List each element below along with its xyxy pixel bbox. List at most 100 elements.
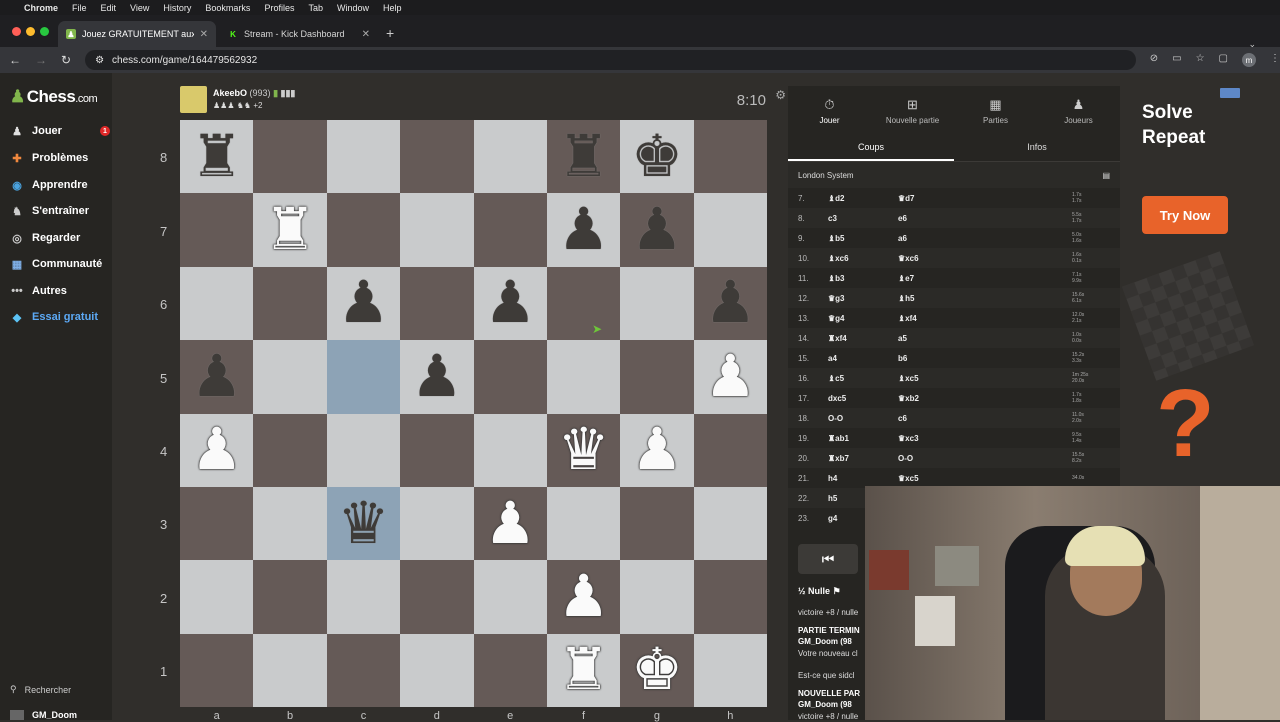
black-move[interactable]: a6 <box>898 234 1058 243</box>
white-move[interactable]: ♝b3 <box>828 274 898 283</box>
square-d7[interactable] <box>400 193 474 267</box>
square-c5[interactable] <box>326 340 401 414</box>
sidebar-item-apprendre[interactable]: ◉ Apprendre <box>10 176 110 194</box>
avatar[interactable] <box>180 86 207 113</box>
tab-nouvelle-partie[interactable]: ⊞ Nouvelle partie <box>871 86 954 136</box>
black-rook-icon[interactable]: ♜ <box>558 127 610 186</box>
close-icon[interactable]: ✕ <box>362 29 370 40</box>
white-rook-icon[interactable]: ♜ <box>264 201 316 259</box>
tab-kick[interactable]: K Stream - Kick Dashboard ✕ <box>220 21 378 47</box>
advertisement[interactable]: Solve Repeat Try Now ? <box>1122 86 1254 486</box>
black-move[interactable]: ♛xb2 <box>898 394 1058 403</box>
square-e7[interactable] <box>473 193 547 267</box>
black-pawn-icon[interactable]: ♟ <box>484 274 536 332</box>
bookmark-star-icon[interactable]: ☆ <box>1196 53 1205 67</box>
black-move[interactable]: a5 <box>898 334 1058 343</box>
square-a4[interactable]: ♟ <box>180 413 254 487</box>
sidebar-item-communaute[interactable]: ▦ Communauté <box>10 255 110 273</box>
player-name[interactable]: AkeebO (993) ▮ ▮▮▮ <box>213 88 295 99</box>
tab-jouer[interactable]: ⏱ Jouer <box>788 86 871 136</box>
adchoices-icon[interactable] <box>1220 88 1240 98</box>
square-c4[interactable] <box>326 413 401 487</box>
subtab-infos[interactable]: Infos <box>954 136 1120 161</box>
black-move[interactable]: ♛d7 <box>898 194 1058 203</box>
square-f6[interactable] <box>546 266 621 341</box>
extensions-icon[interactable]: ▢ <box>1219 53 1228 67</box>
opening-name[interactable]: London System <box>798 171 854 180</box>
square-a1[interactable] <box>180 633 254 707</box>
square-c3[interactable]: ♛ <box>326 486 401 561</box>
square-b7[interactable]: ♜ <box>253 193 327 267</box>
white-pawn-icon[interactable]: ♟ <box>484 494 536 553</box>
black-move[interactable]: e6 <box>898 214 1058 223</box>
square-d5[interactable]: ♟ <box>400 340 474 414</box>
menu-tab[interactable]: Tab <box>308 3 323 13</box>
square-h7[interactable] <box>693 193 767 267</box>
reload-icon[interactable]: ↻ <box>61 53 71 67</box>
square-a7[interactable] <box>180 193 254 267</box>
chesscom-logo[interactable]: ♟ Chess.com <box>10 87 98 107</box>
square-d3[interactable] <box>400 486 474 561</box>
square-b4[interactable] <box>253 413 327 487</box>
white-move[interactable]: ♝c5 <box>828 374 898 383</box>
square-f3[interactable] <box>546 486 621 561</box>
square-d4[interactable] <box>400 413 474 487</box>
white-move[interactable]: a4 <box>828 354 898 363</box>
kebab-menu-icon[interactable]: ⋮ <box>1270 53 1280 67</box>
white-queen-icon[interactable]: ♛ <box>558 421 610 479</box>
square-c6[interactable]: ♟ <box>326 266 401 341</box>
window-minimize-button[interactable] <box>26 27 35 36</box>
sidebar-item-sentrainer[interactable]: ♞ S'entraîner <box>10 202 110 220</box>
gear-icon[interactable]: ⚙ <box>775 88 786 102</box>
menu-edit[interactable]: Edit <box>101 3 117 13</box>
square-c2[interactable] <box>326 560 401 634</box>
black-pawn-icon[interactable]: ♟ <box>411 347 463 406</box>
white-pawn-icon[interactable]: ♟ <box>704 347 756 406</box>
close-icon[interactable]: ✕ <box>200 29 208 40</box>
new-tab-icon[interactable]: + <box>386 25 394 41</box>
square-e6[interactable]: ♟ <box>473 266 547 341</box>
square-g3[interactable] <box>620 486 694 561</box>
black-pawn-icon[interactable]: ♟ <box>337 274 389 332</box>
black-move[interactable]: ♝h5 <box>898 294 1058 303</box>
square-a6[interactable] <box>180 266 254 341</box>
black-move[interactable]: b6 <box>898 354 1058 363</box>
white-move[interactable]: h4 <box>828 474 898 483</box>
black-move[interactable]: ♝xc5 <box>898 374 1058 383</box>
sidebar-item-autres[interactable]: ••• Autres <box>10 282 110 300</box>
sidebar-item-essai-gratuit[interactable]: ◆ Essai gratuit <box>10 308 110 326</box>
square-b5[interactable] <box>253 340 327 414</box>
ad-try-now-button[interactable]: Try Now <box>1142 196 1228 234</box>
square-f1[interactable]: ♜ <box>546 633 621 707</box>
square-h5[interactable]: ♟ <box>693 340 767 414</box>
square-g6[interactable] <box>620 266 694 341</box>
white-move[interactable]: ♛g3 <box>828 294 898 303</box>
square-f7[interactable]: ♟ <box>546 193 621 267</box>
white-move[interactable]: ♝b5 <box>828 234 898 243</box>
menu-profiles[interactable]: Profiles <box>264 3 294 13</box>
black-pawn-icon[interactable]: ♟ <box>191 347 243 406</box>
white-move[interactable]: ♜xb7 <box>828 454 898 463</box>
menu-history[interactable]: History <box>163 3 191 13</box>
window-zoom-button[interactable] <box>40 27 49 36</box>
black-pawn-icon[interactable]: ♟ <box>558 201 610 259</box>
square-h4[interactable] <box>693 413 767 487</box>
menu-help[interactable]: Help <box>383 3 402 13</box>
chess-board[interactable]: ♜ ♜ ♚ ♜ ♟ ♟ ♟ ♟ ♟ ♟ ♟ ♟ ♟ ♛ ♟ ♛ ♟ ♟ ♜ ♚ <box>180 120 767 707</box>
window-close-button[interactable] <box>12 27 21 36</box>
white-move[interactable]: ♜xf4 <box>828 334 898 343</box>
site-info-icon[interactable]: ⚙ <box>95 55 104 66</box>
square-a2[interactable] <box>180 560 254 634</box>
profile-avatar[interactable]: m <box>1242 53 1256 67</box>
menu-file[interactable]: File <box>72 3 87 13</box>
tab-parties[interactable]: ▦ Parties <box>954 86 1037 136</box>
black-pawn-icon[interactable]: ♟ <box>631 201 683 259</box>
square-f8[interactable]: ♜ <box>546 120 621 194</box>
draw-offer[interactable]: ½ Nulle ⚑ <box>798 586 841 597</box>
white-move[interactable]: ♝d2 <box>828 194 898 203</box>
black-move[interactable]: ♝e7 <box>898 274 1058 283</box>
white-pawn-icon[interactable]: ♟ <box>631 421 683 479</box>
white-pawn-icon[interactable]: ♟ <box>558 567 610 626</box>
black-move[interactable]: O-O <box>898 454 1058 463</box>
black-pawn-icon[interactable]: ♟ <box>704 274 756 332</box>
